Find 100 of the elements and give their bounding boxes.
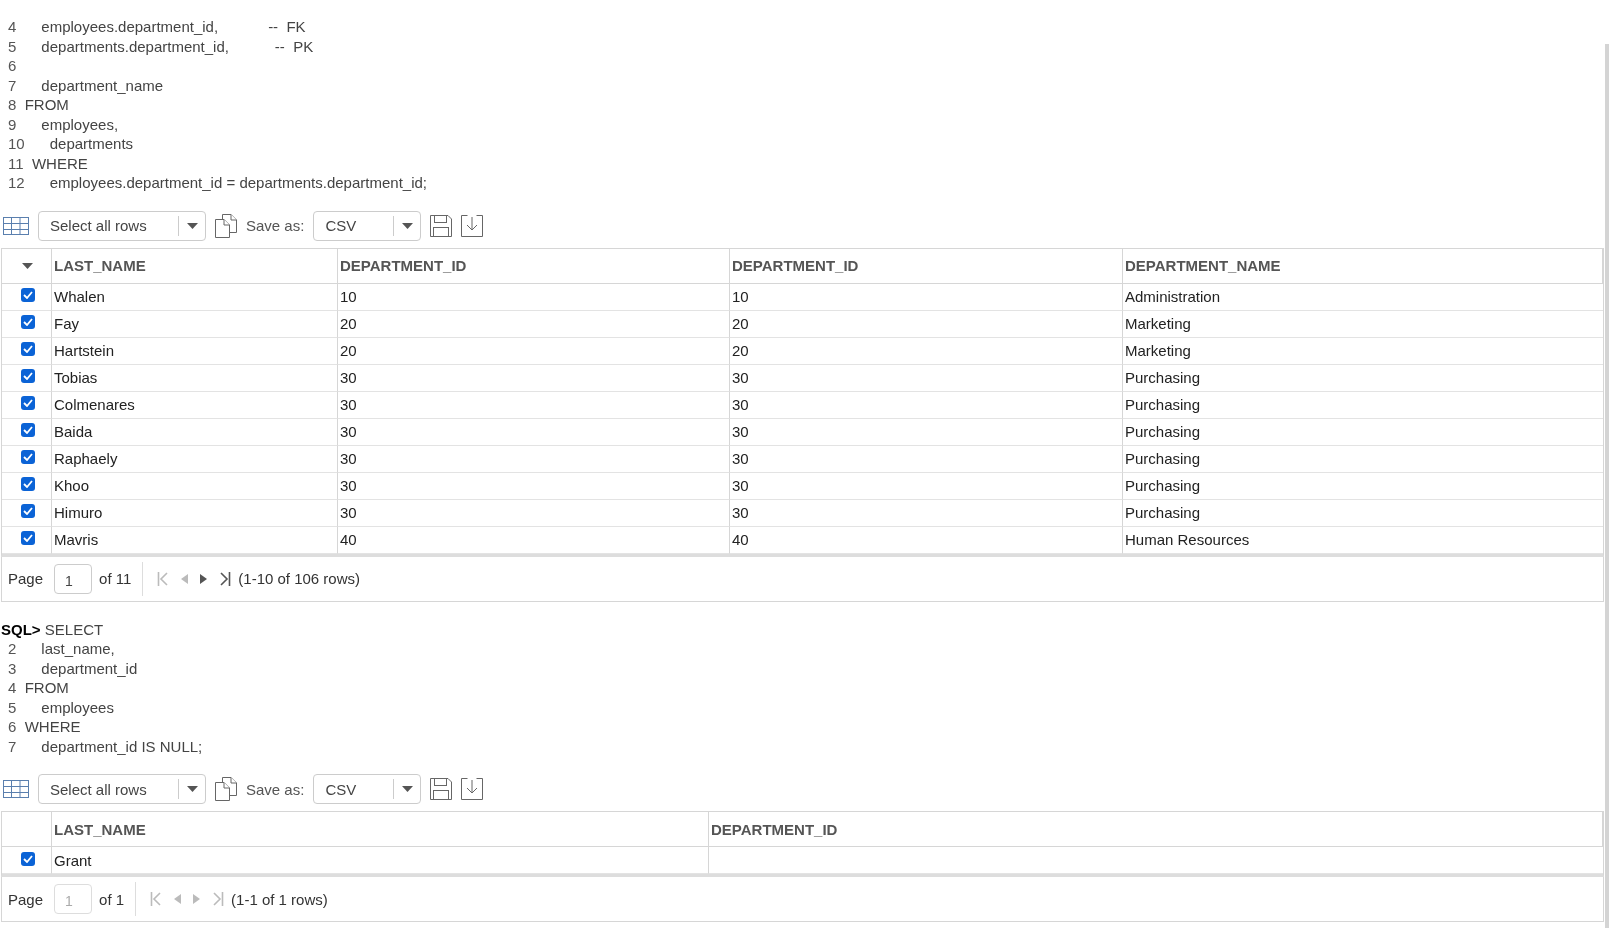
table-cell: 30 [340, 369, 357, 386]
column-header[interactable]: DEPARTMENT_ID [709, 812, 1603, 847]
select-rows-dropdown[interactable]: Select all rows [38, 774, 206, 804]
table-cell: Human Resources [1125, 531, 1250, 548]
line-number: 2 [8, 639, 17, 659]
triangle-icon [181, 573, 189, 584]
caret-icon [401, 222, 413, 229]
line-number: 5 [8, 697, 17, 717]
table-cell: 30 [340, 450, 357, 467]
line-number: 6 [8, 717, 17, 737]
page-count: of 11 [99, 570, 132, 587]
save-icon[interactable] [430, 778, 453, 800]
row-checkbox[interactable] [20, 450, 35, 464]
code-line: FROM [23, 678, 69, 698]
column-header[interactable]: DEPARTMENT_NAME [1123, 248, 1603, 284]
line-number: 7 [8, 75, 17, 95]
table-cell: Himuro [54, 504, 103, 521]
row-checkbox[interactable] [20, 369, 35, 383]
table-cell: Purchasing [1125, 396, 1201, 413]
table-cell: 20 [340, 315, 357, 332]
table-cell: Tobias [54, 369, 98, 386]
table-cell: Whalen [54, 288, 105, 305]
line-number: 9 [8, 114, 17, 134]
column-header[interactable]: LAST_NAME [52, 248, 338, 284]
line-number: 5 [8, 36, 17, 56]
save-icon[interactable] [430, 214, 453, 237]
table-cell: 40 [340, 531, 357, 548]
column-header[interactable]: DEPARTMENT_ID [338, 248, 730, 284]
row-count-summary: (1-1 of 1 rows) [231, 890, 328, 908]
table-cell: Purchasing [1125, 423, 1201, 440]
row-checkbox[interactable] [20, 477, 35, 491]
code-line: department_id [40, 658, 138, 678]
row-checkbox[interactable] [20, 531, 35, 545]
code-line: department_id IS NULL; [40, 736, 203, 756]
page-count: of 1 [99, 890, 125, 908]
row-checkbox[interactable] [20, 315, 35, 329]
page-input[interactable]: 1 [54, 563, 93, 594]
table-cell: Mavris [54, 531, 99, 548]
sort-caret-icon[interactable] [22, 262, 33, 269]
table-cell: 40 [732, 531, 749, 548]
row-checkbox[interactable] [20, 851, 35, 866]
table-cell: Administration [1125, 288, 1221, 305]
line-number: 4 [8, 678, 17, 698]
table-cell: 30 [732, 504, 749, 521]
table-cell: Raphaely [54, 450, 118, 467]
table-cell: Grant [54, 851, 92, 869]
table-cell: Marketing [1125, 342, 1191, 359]
row-checkbox[interactable] [20, 288, 35, 302]
page-label: Page [8, 570, 44, 587]
caret-icon [186, 786, 198, 792]
table-cell: Marketing [1125, 315, 1191, 332]
code-line: departments [48, 134, 134, 154]
table-cell: 20 [732, 342, 749, 359]
column-header[interactable]: DEPARTMENT_ID [730, 248, 1123, 284]
table-cell: 30 [732, 450, 749, 467]
bar-arrow-icon [157, 571, 170, 586]
save-as-label: Save as: [246, 780, 305, 798]
table-cell: Khoo [54, 477, 90, 494]
format-dropdown[interactable]: CSV [313, 774, 422, 804]
triangle-icon [200, 573, 208, 584]
line-number: 8 [8, 95, 17, 115]
column-header[interactable]: LAST_NAME [52, 812, 709, 847]
table-cell: 30 [732, 477, 749, 494]
table-cell: 20 [732, 315, 749, 332]
triangle-icon [193, 894, 201, 904]
row-checkbox[interactable] [20, 396, 35, 410]
copy-icon[interactable] [215, 777, 237, 801]
code-line: last_name, [40, 639, 115, 659]
table-cell: 30 [732, 423, 749, 440]
format-dropdown[interactable]: CSV [313, 210, 422, 241]
download-icon[interactable] [461, 778, 484, 800]
bar-arrow-icon [150, 892, 163, 906]
download-icon[interactable] [461, 214, 484, 237]
line-number: 12 [8, 173, 25, 193]
code-line: WHERE [23, 717, 81, 737]
line-number: 11 [8, 153, 24, 173]
line-number: 10 [8, 134, 25, 154]
scrollbar[interactable] [1605, 44, 1609, 928]
grid-icon[interactable] [3, 216, 29, 235]
row-checkbox[interactable] [20, 423, 35, 437]
table-cell: 30 [340, 396, 357, 413]
line-number: 4 [8, 17, 17, 37]
code-line: employees.department_id, -- FK [40, 17, 306, 37]
select-rows-dropdown[interactable]: Select all rows [38, 210, 206, 241]
grid-icon[interactable] [3, 780, 29, 798]
code-line: SELECT [43, 619, 104, 639]
copy-icon[interactable] [215, 213, 237, 238]
row-checkbox[interactable] [20, 504, 35, 518]
table-cell: 20 [340, 342, 357, 359]
row-checkbox[interactable] [20, 342, 35, 356]
caret-icon [401, 786, 413, 792]
table-cell: Fay [54, 315, 79, 332]
table-cell: Purchasing [1125, 504, 1201, 521]
save-as-label: Save as: [246, 217, 305, 234]
line-number: 3 [8, 658, 17, 678]
page-label: Page [8, 890, 44, 908]
table-cell: 30 [732, 396, 749, 413]
line-number: 6 [8, 56, 17, 76]
table-cell: 30 [732, 369, 749, 386]
caret-icon [186, 222, 198, 229]
